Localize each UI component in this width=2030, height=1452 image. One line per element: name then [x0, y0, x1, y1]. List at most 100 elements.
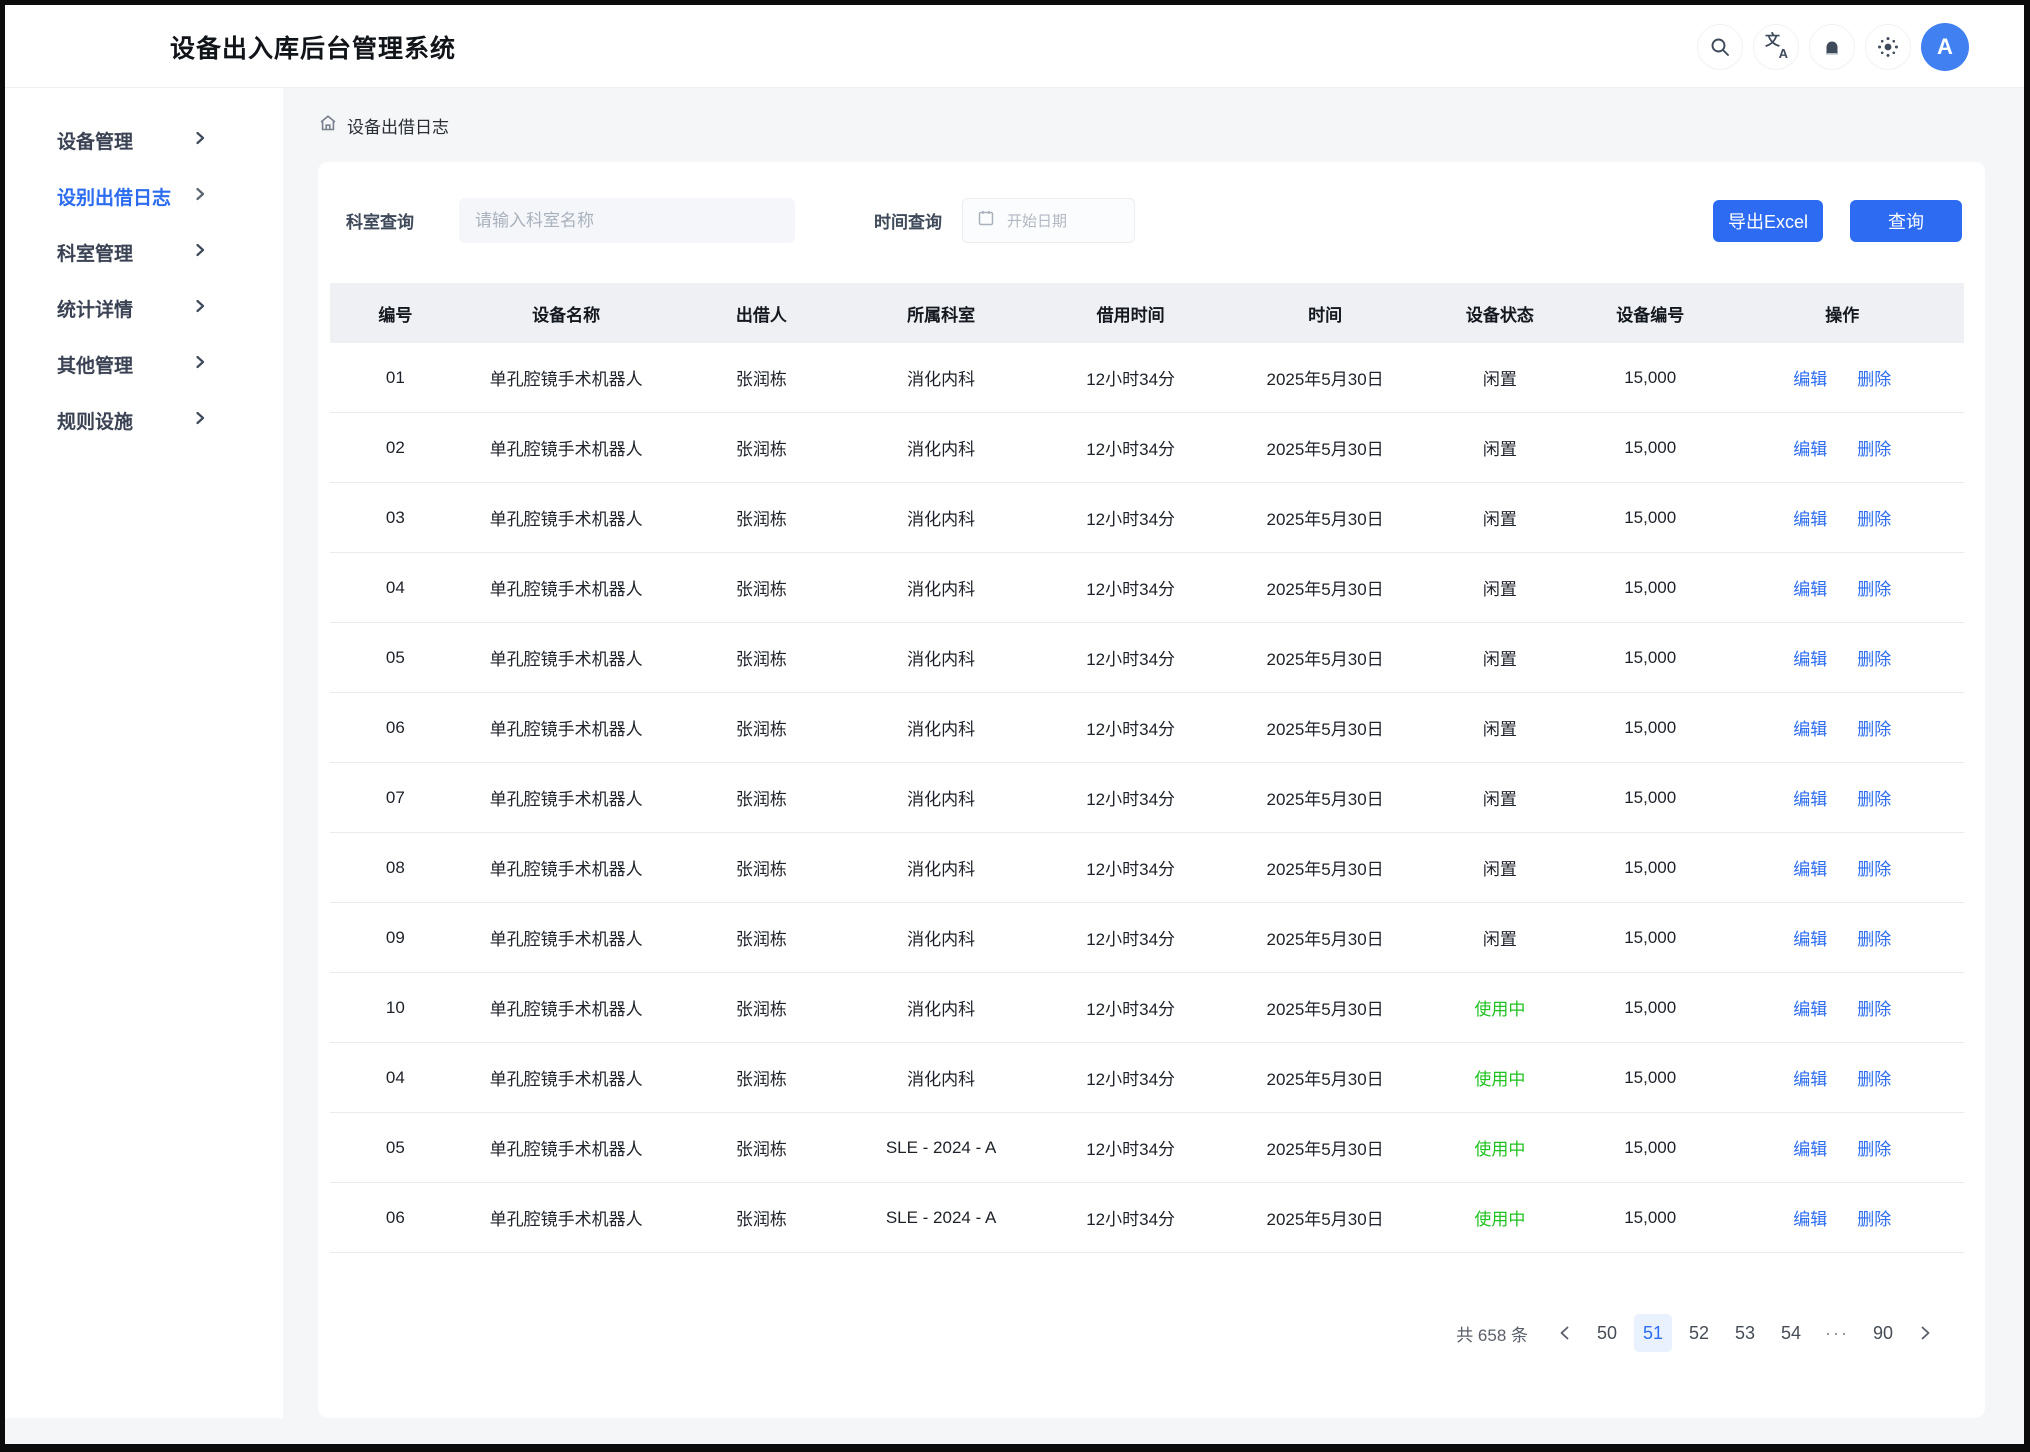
cell-department: 消化内科 [851, 715, 1031, 740]
column-header: 出借人 [672, 301, 852, 326]
cell-department: 消化内科 [851, 995, 1031, 1020]
cell-date: 2025年5月30日 [1230, 645, 1420, 670]
cell-row-number: 04 [330, 1068, 461, 1088]
edit-link[interactable]: 编辑 [1793, 785, 1827, 810]
cell-actions: 编辑 删除 [1720, 1135, 1963, 1160]
delete-link[interactable]: 删除 [1857, 785, 1891, 810]
cell-device-name: 单孔腔镜手术机器人 [461, 1065, 672, 1090]
page-number-90[interactable]: 90 [1864, 1314, 1902, 1352]
page-number-54[interactable]: 54 [1772, 1314, 1810, 1352]
page-number-50[interactable]: 50 [1588, 1314, 1626, 1352]
sidebar-item-0[interactable]: 设备管理 [5, 115, 283, 165]
cell-borrow-duration: 12小时34分 [1031, 855, 1230, 880]
app-window: 设备出入库后台管理系统 文 A [5, 5, 2024, 1444]
cell-device-name: 单孔腔镜手术机器人 [461, 505, 672, 530]
notification-button[interactable] [1809, 24, 1855, 70]
sidebar-item-label: 其他管理 [57, 351, 133, 378]
next-page-button[interactable] [1910, 1315, 1940, 1351]
cell-department: 消化内科 [851, 645, 1031, 670]
delete-link[interactable]: 删除 [1857, 995, 1891, 1020]
delete-link[interactable]: 删除 [1857, 365, 1891, 390]
edit-link[interactable]: 编辑 [1793, 1135, 1827, 1160]
pagination: 共 658 条 5051525354···90 [1456, 1305, 1940, 1361]
cell-date: 2025年5月30日 [1230, 785, 1420, 810]
sidebar-item-3[interactable]: 统计详情 [5, 283, 283, 333]
sidebar-item-5[interactable]: 规则设施 [5, 395, 283, 445]
column-header: 编号 [330, 301, 461, 326]
cell-device-status: 闲置 [1420, 435, 1580, 460]
edit-link[interactable]: 编辑 [1793, 435, 1827, 460]
edit-link[interactable]: 编辑 [1793, 1205, 1827, 1230]
app-title: 设备出入库后台管理系统 [170, 5, 456, 88]
cell-device-name: 单孔腔镜手术机器人 [461, 785, 672, 810]
table-row: 04 单孔腔镜手术机器人 张润栋 消化内科 12小时34分 2025年5月30日… [330, 1043, 1964, 1113]
edit-link[interactable]: 编辑 [1793, 855, 1827, 880]
delete-link[interactable]: 删除 [1857, 575, 1891, 600]
edit-link[interactable]: 编辑 [1793, 505, 1827, 530]
sidebar-item-label: 设备管理 [57, 127, 133, 154]
edit-link[interactable]: 编辑 [1793, 575, 1827, 600]
edit-link[interactable]: 编辑 [1793, 715, 1827, 740]
page-number-53[interactable]: 53 [1726, 1314, 1764, 1352]
cell-device-status: 使用中 [1420, 1065, 1580, 1090]
column-header: 设备编号 [1580, 301, 1721, 326]
cell-lender: 张润栋 [672, 715, 852, 740]
pagination-pages: 5051525354···90 [1588, 1314, 1902, 1352]
delete-link[interactable]: 删除 [1857, 1135, 1891, 1160]
cell-device-name: 单孔腔镜手术机器人 [461, 645, 672, 670]
cell-borrow-duration: 12小时34分 [1031, 1135, 1230, 1160]
table-row: 01 单孔腔镜手术机器人 张润栋 消化内科 12小时34分 2025年5月30日… [330, 343, 1964, 413]
cell-borrow-duration: 12小时34分 [1031, 925, 1230, 950]
start-date-picker[interactable]: 开始日期 [962, 198, 1135, 243]
sidebar-item-2[interactable]: 科室管理 [5, 227, 283, 277]
cell-device-name: 单孔腔镜手术机器人 [461, 925, 672, 950]
delete-link[interactable]: 删除 [1857, 435, 1891, 460]
cell-lender: 张润栋 [672, 1135, 852, 1160]
delete-link[interactable]: 删除 [1857, 645, 1891, 670]
delete-link[interactable]: 删除 [1857, 715, 1891, 740]
delete-link[interactable]: 删除 [1857, 505, 1891, 530]
sidebar-item-1[interactable]: 设别出借日志 [5, 171, 283, 221]
top-bar: 设备出入库后台管理系统 文 A [5, 5, 2024, 88]
edit-link[interactable]: 编辑 [1793, 995, 1827, 1020]
cell-device-name: 单孔腔镜手术机器人 [461, 575, 672, 600]
edit-link[interactable]: 编辑 [1793, 1065, 1827, 1090]
query-button[interactable]: 查询 [1850, 200, 1962, 242]
sidebar-item-label: 设别出借日志 [57, 183, 171, 210]
edit-link[interactable]: 编辑 [1793, 645, 1827, 670]
notification-bell-icon [1821, 36, 1843, 58]
table-row: 08 单孔腔镜手术机器人 张润栋 消化内科 12小时34分 2025年5月30日… [330, 833, 1964, 903]
prev-page-button[interactable] [1550, 1315, 1580, 1351]
cell-lender: 张润栋 [672, 855, 852, 880]
pagination-total: 共 658 条 [1456, 1321, 1528, 1346]
edit-link[interactable]: 编辑 [1793, 365, 1827, 390]
cell-date: 2025年5月30日 [1230, 435, 1420, 460]
delete-link[interactable]: 删除 [1857, 855, 1891, 880]
cell-date: 2025年5月30日 [1230, 855, 1420, 880]
chevron-right-icon [196, 409, 205, 431]
page-number-51[interactable]: 51 [1634, 1314, 1672, 1352]
edit-link[interactable]: 编辑 [1793, 925, 1827, 950]
cell-department: 消化内科 [851, 575, 1031, 600]
cell-actions: 编辑 删除 [1720, 1065, 1963, 1090]
chevron-right-icon [196, 129, 205, 151]
cell-date: 2025年5月30日 [1230, 925, 1420, 950]
cell-borrow-duration: 12小时34分 [1031, 995, 1230, 1020]
export-excel-button[interactable]: 导出Excel [1713, 200, 1823, 242]
delete-link[interactable]: 删除 [1857, 1205, 1891, 1230]
cell-borrow-duration: 12小时34分 [1031, 505, 1230, 530]
search-button[interactable] [1697, 24, 1743, 70]
sidebar-item-4[interactable]: 其他管理 [5, 339, 283, 389]
page-number-52[interactable]: 52 [1680, 1314, 1718, 1352]
home-icon[interactable] [318, 113, 338, 138]
dept-search-input[interactable] [459, 198, 795, 243]
user-avatar[interactable]: A [1921, 23, 1969, 71]
cell-device-code: 15,000 [1580, 508, 1721, 528]
cell-device-name: 单孔腔镜手术机器人 [461, 1135, 672, 1160]
sidebar-item-label: 统计详情 [57, 295, 133, 322]
theme-button[interactable] [1865, 24, 1911, 70]
delete-link[interactable]: 删除 [1857, 925, 1891, 950]
delete-link[interactable]: 删除 [1857, 1065, 1891, 1090]
language-button[interactable]: 文 A [1753, 24, 1799, 70]
cell-device-name: 单孔腔镜手术机器人 [461, 435, 672, 460]
